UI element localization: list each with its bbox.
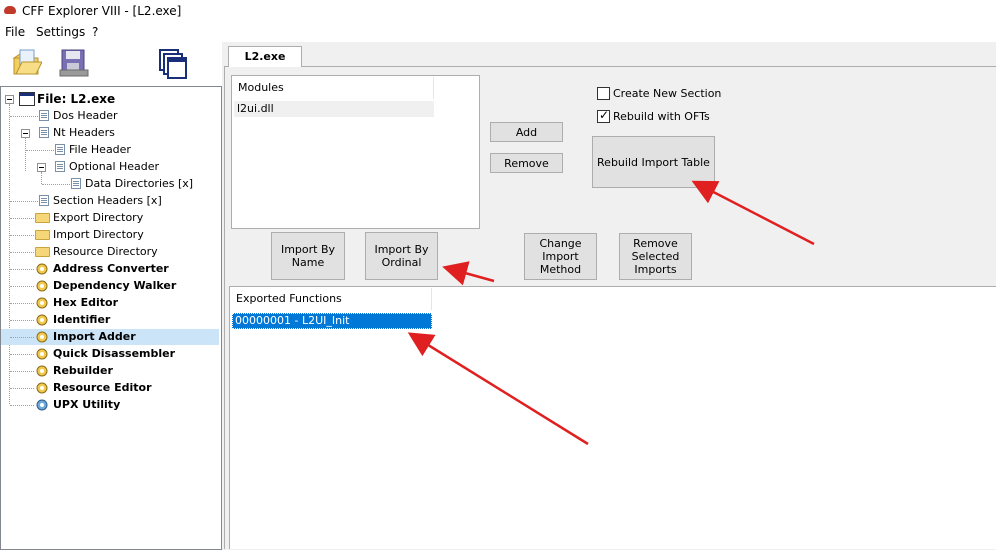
collapse-toggle[interactable] bbox=[5, 95, 14, 104]
tree-item-resource-editor[interactable]: Resource Editor bbox=[1, 380, 219, 396]
modules-column-header[interactable]: Modules bbox=[234, 77, 434, 99]
tree-item-label: UPX Utility bbox=[53, 398, 121, 411]
tree-item-identifier[interactable]: Identifier bbox=[1, 312, 219, 328]
create-new-section-label: Create New Section bbox=[613, 87, 722, 100]
collapse-toggle[interactable] bbox=[21, 129, 30, 138]
tree-item-file-header[interactable]: File Header bbox=[1, 142, 219, 158]
add-button[interactable]: Add bbox=[490, 122, 563, 142]
tree-item-rebuilder[interactable]: Rebuilder bbox=[1, 363, 219, 379]
modules-list[interactable]: Modules l2ui.dll bbox=[231, 75, 480, 229]
rebuild-import-table-button[interactable]: Rebuild Import Table bbox=[592, 136, 715, 188]
folder-icon bbox=[35, 213, 50, 223]
open-folder-icon[interactable] bbox=[12, 48, 42, 78]
tree-item-upx-utility[interactable]: UPX Utility bbox=[1, 397, 219, 413]
folder-icon bbox=[35, 247, 50, 257]
tree-panel: File: L2.exe Dos Header Nt Headers File … bbox=[0, 86, 222, 550]
tree-item-label: Import Directory bbox=[53, 228, 144, 241]
window-file-icon bbox=[19, 92, 35, 106]
menu-settings[interactable]: Settings bbox=[36, 25, 85, 39]
tree-item-file[interactable]: File: L2.exe bbox=[1, 91, 219, 107]
tool-gear-icon bbox=[36, 263, 48, 275]
save-disk-icon[interactable] bbox=[58, 48, 90, 78]
tree-item-data-directories[interactable]: Data Directories [x] bbox=[1, 176, 219, 192]
tree-item-label: Identifier bbox=[53, 313, 111, 326]
tool-gear-icon bbox=[36, 314, 48, 326]
collapse-toggle[interactable] bbox=[37, 163, 46, 172]
rebuild-with-ofts-label: Rebuild with OFTs bbox=[613, 110, 710, 123]
tool-gear-icon bbox=[36, 365, 48, 377]
folder-icon bbox=[35, 230, 50, 240]
list-item[interactable]: l2ui.dll bbox=[234, 101, 434, 117]
change-import-method-button[interactable]: Change Import Method bbox=[524, 233, 597, 280]
tree-item-label: Quick Disassembler bbox=[53, 347, 176, 360]
toolbar bbox=[0, 42, 222, 86]
tree-item-dos-header[interactable]: Dos Header bbox=[1, 108, 219, 124]
tree-item-label: Dos Header bbox=[53, 109, 118, 122]
tree-item-label: Export Directory bbox=[53, 211, 144, 224]
tool-gear-icon bbox=[36, 297, 48, 309]
tree-item-label: Nt Headers bbox=[53, 126, 115, 139]
tree-item-label: Resource Editor bbox=[53, 381, 152, 394]
tree-item-label: Section Headers [x] bbox=[53, 194, 162, 207]
exported-functions-list[interactable]: Exported Functions 00000001 - L2UI_Init bbox=[229, 286, 996, 549]
create-new-section-checkbox[interactable] bbox=[597, 87, 610, 100]
remove-selected-imports-button[interactable]: Remove Selected Imports bbox=[619, 233, 692, 280]
tool-gear-icon bbox=[36, 399, 48, 411]
window-title: CFF Explorer VIII - [L2.exe] bbox=[22, 4, 182, 18]
tree-item-label: Optional Header bbox=[69, 160, 160, 173]
tree-item-address-converter[interactable]: Address Converter bbox=[1, 261, 219, 277]
tree-item-label: Dependency Walker bbox=[53, 279, 177, 292]
tree-item-optional-header[interactable]: Optional Header bbox=[1, 159, 219, 175]
tree-item-nt-headers[interactable]: Nt Headers bbox=[1, 125, 219, 141]
menu-help[interactable]: ? bbox=[92, 25, 98, 39]
menu-bar: File Settings ? bbox=[0, 22, 996, 42]
tree-item-export-directory[interactable]: Export Directory bbox=[1, 210, 219, 226]
tree-item-label: File Header bbox=[69, 143, 131, 156]
tree-item-dependency-walker[interactable]: Dependency Walker bbox=[1, 278, 219, 294]
tab-l2-exe[interactable]: L2.exe bbox=[228, 46, 302, 67]
document-icon bbox=[39, 110, 49, 121]
title-bar: CFF Explorer VIII - [L2.exe] bbox=[0, 0, 996, 22]
tree-item-import-adder[interactable]: Import Adder bbox=[1, 329, 219, 345]
tree-item-label: File: L2.exe bbox=[37, 92, 116, 106]
import-by-ordinal-button[interactable]: Import By Ordinal bbox=[365, 232, 438, 280]
tree-item-quick-disassembler[interactable]: Quick Disassembler bbox=[1, 346, 219, 362]
document-icon bbox=[39, 195, 49, 206]
tree-item-label: Data Directories [x] bbox=[85, 177, 194, 190]
tree-item-label: Hex Editor bbox=[53, 296, 118, 309]
exported-functions-column-header[interactable]: Exported Functions bbox=[232, 288, 432, 310]
tool-gear-icon bbox=[36, 331, 48, 343]
cff-explorer-app-icon bbox=[4, 6, 16, 14]
tree-item-resource-directory[interactable]: Resource Directory bbox=[1, 244, 219, 260]
tree-item-import-directory[interactable]: Import Directory bbox=[1, 227, 219, 243]
tree-item-label: Resource Directory bbox=[53, 245, 158, 258]
document-icon bbox=[55, 144, 65, 155]
windows-icon[interactable] bbox=[158, 48, 188, 80]
menu-file[interactable]: File bbox=[5, 25, 25, 39]
rebuild-with-ofts-checkbox[interactable] bbox=[597, 108, 610, 123]
tree-item-label: Address Converter bbox=[53, 262, 169, 275]
tool-gear-icon bbox=[36, 280, 48, 292]
document-icon bbox=[39, 127, 49, 138]
tool-gear-icon bbox=[36, 382, 48, 394]
tree-item-label: Rebuilder bbox=[53, 364, 113, 377]
tool-gear-icon bbox=[36, 348, 48, 360]
document-icon bbox=[71, 178, 81, 189]
list-item[interactable]: 00000001 - L2UI_Init bbox=[232, 313, 432, 329]
document-icon bbox=[55, 161, 65, 172]
tree-item-label: Import Adder bbox=[53, 330, 136, 343]
import-by-name-button[interactable]: Import By Name bbox=[271, 232, 345, 280]
remove-button[interactable]: Remove bbox=[490, 153, 563, 173]
tree-item-section-headers[interactable]: Section Headers [x] bbox=[1, 193, 219, 209]
tree-item-hex-editor[interactable]: Hex Editor bbox=[1, 295, 219, 311]
